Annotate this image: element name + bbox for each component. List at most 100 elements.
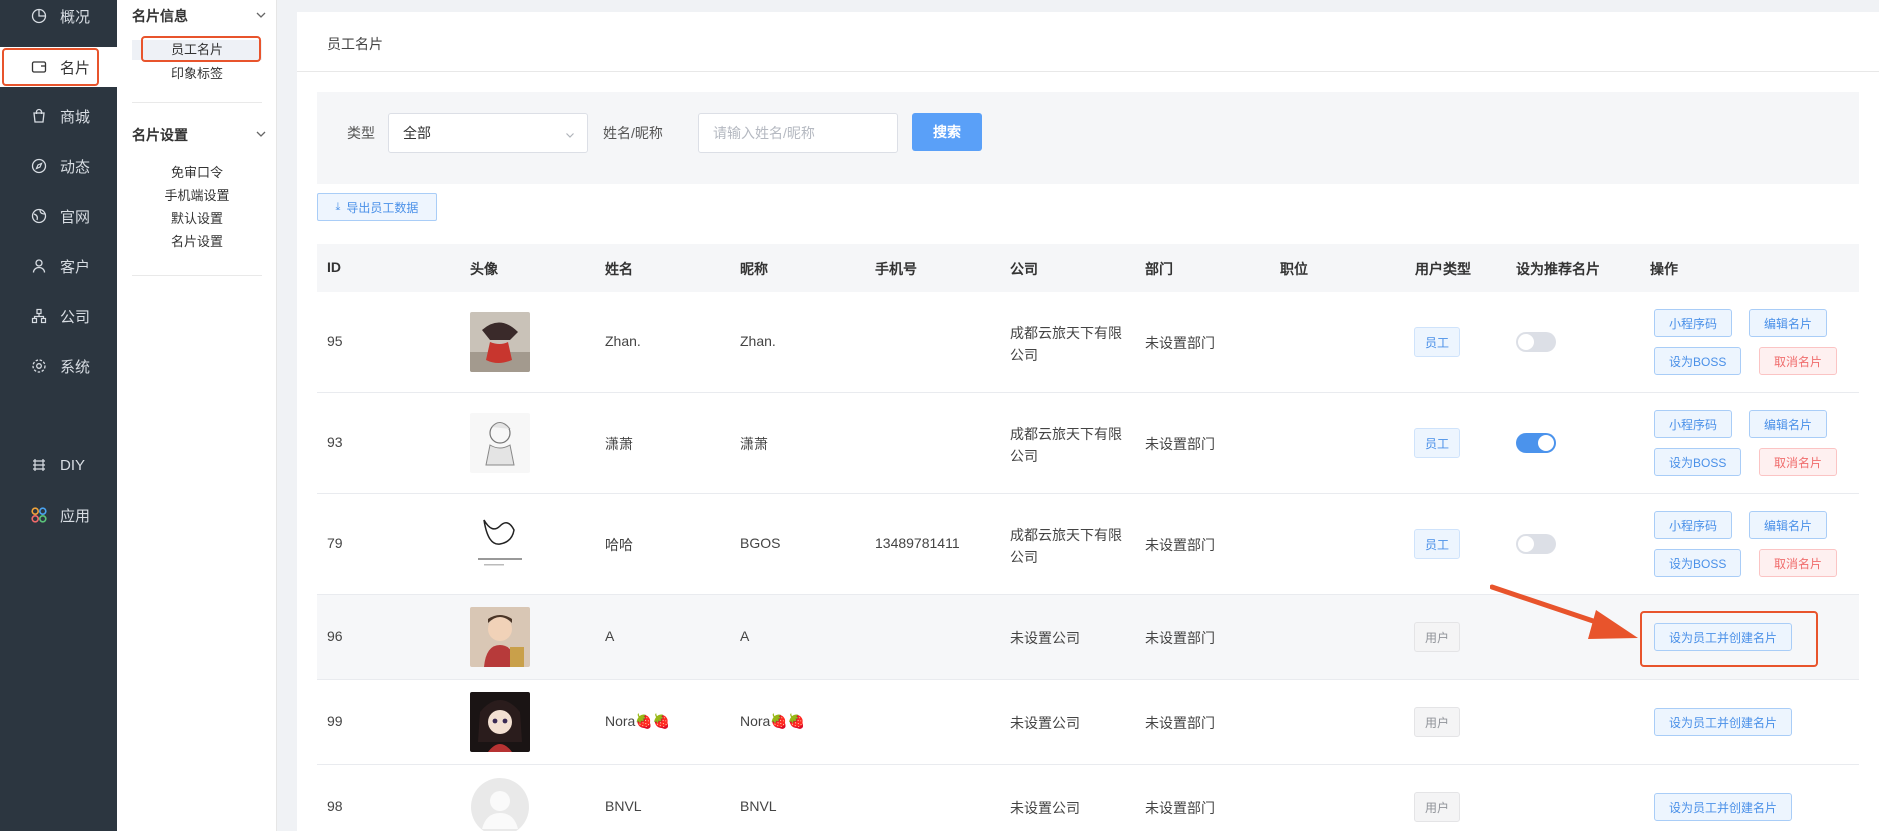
table-row: 98 BNVL BNVL 未设置公司 未设置部门 用户 设为员工并创建名片 (317, 765, 1859, 831)
submenu-item-mobile-settings[interactable]: 手机端设置 (132, 185, 262, 204)
cell-company: 未设置公司 (1010, 800, 1080, 816)
col-phone: 手机号 (875, 261, 917, 277)
col-company: 公司 (1010, 261, 1038, 277)
pie-chart-icon (30, 7, 48, 25)
toggle-knob (1538, 435, 1554, 451)
user-icon (30, 257, 48, 275)
section-title: 名片信息 (132, 8, 188, 24)
name-search-input[interactable] (698, 113, 898, 153)
company-line-2: 公司 (1010, 549, 1038, 565)
nav-item-website[interactable]: 官网 (0, 196, 117, 236)
nav-label: 客户 (60, 258, 91, 276)
nav-label: 应用 (60, 507, 91, 525)
cancel-card-button[interactable]: 取消名片 (1759, 347, 1838, 375)
miniprogram-code-button[interactable]: 小程序码 (1654, 410, 1733, 438)
set-boss-button[interactable]: 设为BOSS (1654, 448, 1742, 476)
set-boss-button[interactable]: 设为BOSS (1654, 347, 1742, 375)
cell-name: 潇萧 (605, 436, 633, 452)
make-staff-create-card-button[interactable]: 设为员工并创建名片 (1654, 708, 1793, 736)
nav-item-overview[interactable]: 概况 (0, 0, 117, 36)
nav-item-shop[interactable]: 商城 (0, 96, 117, 136)
submenu-item-default-settings[interactable]: 默认设置 (132, 208, 262, 227)
cell-name: A (605, 628, 615, 644)
submenu-item-impression-tag[interactable]: 印象标签 (132, 63, 262, 82)
cell-company: 成都云旅天下有限 公司 (1010, 524, 1122, 568)
cell-company: 未设置公司 (1010, 715, 1080, 731)
nav-label: 商城 (60, 108, 91, 126)
col-name: 姓名 (605, 261, 633, 277)
cell-id: 93 (327, 434, 343, 450)
col-recommend: 设为推荐名片 (1516, 261, 1600, 277)
export-staff-button[interactable]: ⤓ 导出员工数据 (317, 193, 437, 221)
cell-dept: 未设置部门 (1145, 800, 1215, 816)
nav-item-system[interactable]: 系统 (0, 346, 117, 386)
staff-table: ID 头像 姓名 昵称 手机号 公司 部门 职位 用户类型 设为推荐名片 操作 … (317, 244, 1859, 831)
col-avatar: 头像 (470, 261, 498, 277)
table-row: 79 哈哈 BGOS 13489781411 成都云旅天下有限 公司 未设置部门 … (317, 494, 1859, 595)
miniprogram-code-button[interactable]: 小程序码 (1654, 511, 1733, 539)
recommend-toggle[interactable] (1516, 534, 1556, 554)
miniprogram-code-button[interactable]: 小程序码 (1654, 309, 1733, 337)
user-type-badge: 员工 (1414, 428, 1461, 458)
type-select-value: 全部 (403, 125, 431, 141)
toggle-knob (1518, 536, 1534, 552)
cell-id: 79 (327, 535, 343, 551)
cell-company: 成都云旅天下有限 公司 (1010, 322, 1122, 366)
edit-card-button[interactable]: 编辑名片 (1749, 511, 1828, 539)
user-type-badge: 用户 (1414, 707, 1461, 737)
recommend-toggle[interactable] (1516, 433, 1556, 453)
page-title: 员工名片 (327, 36, 383, 52)
make-staff-create-card-button[interactable]: 设为员工并创建名片 (1654, 793, 1793, 821)
search-button[interactable]: 搜索 (912, 113, 982, 151)
submenu-section-card-settings[interactable]: 名片设置 (132, 125, 267, 145)
nav-item-customer[interactable]: 客户 (0, 246, 117, 286)
company-line-1: 成都云旅天下有限 (1010, 426, 1122, 442)
user-type-badge: 用户 (1414, 792, 1461, 822)
globe-icon (30, 207, 48, 225)
avatar (470, 692, 530, 752)
annotation-arrow-icon (1490, 584, 1638, 639)
col-id: ID (327, 259, 341, 275)
title-divider (297, 71, 1879, 72)
cell-dept: 未设置部门 (1145, 630, 1215, 646)
chevron-down-icon (255, 127, 267, 143)
layers-icon (30, 456, 48, 474)
annotation-highlight-nav-card (2, 48, 99, 86)
cell-dept: 未设置部门 (1145, 537, 1215, 553)
edit-card-button[interactable]: 编辑名片 (1749, 410, 1828, 438)
cell-phone: 13489781411 (875, 535, 960, 551)
recommend-toggle[interactable] (1516, 332, 1556, 352)
avatar (470, 777, 530, 831)
cell-nickname: 潇萧 (740, 436, 768, 452)
nav-label: 公司 (60, 308, 91, 326)
cell-id: 96 (327, 628, 343, 644)
nav-item-company[interactable]: 公司 (0, 296, 117, 336)
org-chart-icon (30, 307, 48, 325)
submenu-item-card-settings[interactable]: 名片设置 (132, 231, 262, 250)
table-row: 93 潇萧 潇萧 成都云旅天下有限 公司 未设置部门 员工 小程序码 编辑名片 设… (317, 393, 1859, 494)
nav-item-diy[interactable]: DIY (0, 445, 117, 485)
nav-item-feed[interactable]: 动态 (0, 146, 117, 186)
nav-item-apps[interactable]: 应用 (0, 495, 117, 535)
submenu-section-card-info[interactable]: 名片信息 (132, 6, 267, 26)
apps-grid-icon (30, 506, 48, 524)
type-select[interactable]: 全部 (388, 113, 588, 153)
annotation-highlight-create-card (1640, 611, 1818, 667)
nav-label: 动态 (60, 158, 91, 176)
type-label: 类型 (347, 125, 375, 141)
user-type-badge: 员工 (1414, 529, 1461, 559)
cell-dept: 未设置部门 (1145, 436, 1215, 452)
cancel-card-button[interactable]: 取消名片 (1759, 549, 1838, 577)
cell-nickname: BNVL (740, 798, 777, 814)
col-position: 职位 (1280, 261, 1308, 277)
chevron-down-icon (255, 8, 267, 24)
gear-icon (30, 357, 48, 375)
edit-card-button[interactable]: 编辑名片 (1749, 309, 1828, 337)
sub-menu: 名片信息 员工名片 印象标签 名片设置 免审口令 手机端设置 默认设置 名片设置 (117, 0, 277, 831)
cancel-card-button[interactable]: 取消名片 (1759, 448, 1838, 476)
submenu-item-review-code[interactable]: 免审口令 (132, 162, 262, 181)
cell-name: Zhan. (605, 333, 641, 349)
cell-name: Nora🍓🍓 (605, 713, 671, 729)
cell-company: 成都云旅天下有限 公司 (1010, 423, 1122, 467)
set-boss-button[interactable]: 设为BOSS (1654, 549, 1742, 577)
